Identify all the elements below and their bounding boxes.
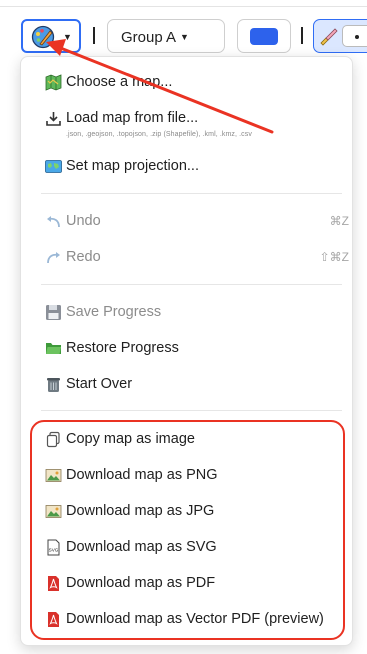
page: ▼ Group A ▼ Choose a map... Load map fro… [0,0,367,654]
annotation-arrow [46,39,274,134]
